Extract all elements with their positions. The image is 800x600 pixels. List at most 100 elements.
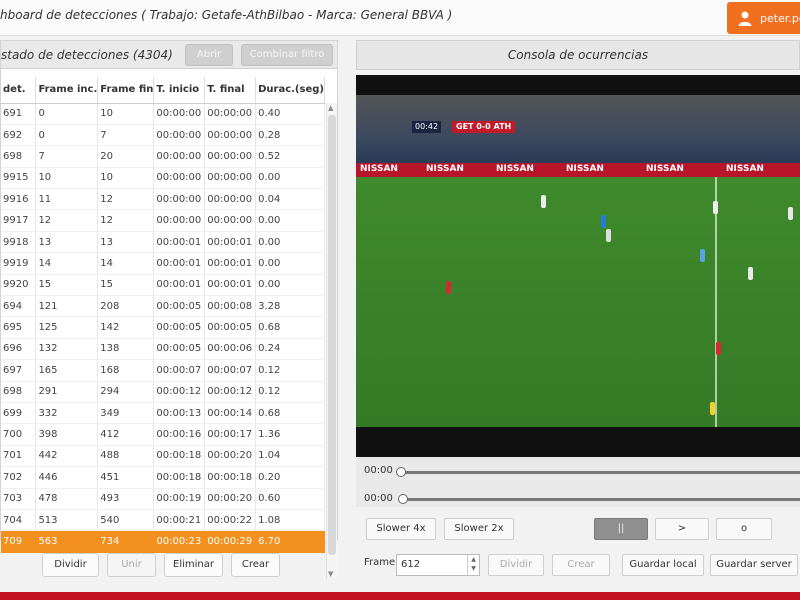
- cell-duration: 0.60: [255, 488, 325, 510]
- detections-title: stado de detecciones (4304): [1, 48, 173, 62]
- range-handle[interactable]: [398, 494, 408, 504]
- table-row[interactable]: 704 513 540 00:00:21 00:00:22 1.08: [1, 509, 325, 532]
- table-header-row: det. Frame inc. Frame fin T. inicio T. f…: [1, 77, 325, 104]
- table-row[interactable]: 9919 14 14 00:00:01 00:00:01 0.00: [1, 252, 325, 275]
- detections-header: stado de detecciones (4304) Abrir Combin…: [1, 41, 337, 69]
- table-row[interactable]: 695 125 142 00:00:05 00:00:05 0.68: [1, 316, 325, 339]
- table-row[interactable]: 703 478 493 00:00:19 00:00:20 0.60: [1, 488, 325, 510]
- table-row[interactable]: 9918 13 13 00:00:01 00:00:01 0.00: [1, 231, 325, 254]
- cell-frame-fin: 138: [97, 338, 155, 361]
- cell-det: 704: [1, 509, 37, 532]
- ad-text: NISSAN: [726, 164, 764, 174]
- cell-det: 696: [1, 338, 37, 361]
- timeline-handle[interactable]: [396, 467, 406, 477]
- player: [601, 215, 606, 228]
- split-occurrence-button[interactable]: Dividir: [488, 554, 544, 576]
- delete-button[interactable]: Eliminar: [164, 553, 223, 577]
- table-row[interactable]: 701 442 488 00:00:18 00:00:20 1.04: [1, 445, 325, 468]
- col-header-t-final[interactable]: T. final: [204, 77, 257, 104]
- video-player[interactable]: NISSAN NISSAN NISSAN NISSAN NISSAN NISSA…: [356, 75, 800, 457]
- timeline-area: 00:00 00:00: [356, 457, 800, 507]
- table-row[interactable]: 702 446 451 00:00:18 00:00:18 0.20: [1, 466, 325, 489]
- split-button[interactable]: Dividir: [42, 553, 99, 577]
- col-header-frame-fin[interactable]: Frame fin: [97, 77, 155, 104]
- table-row[interactable]: 698 7 20 00:00:00 00:00:00 0.52: [1, 145, 325, 168]
- occurrences-console-header: Consola de ocurrencias: [356, 40, 800, 70]
- cell-frame-fin: 14: [97, 252, 155, 275]
- cell-duration: 1.04: [255, 445, 325, 468]
- cell-t-inicio: 00:00:01: [153, 231, 206, 254]
- cell-t-final: 00:00:05: [204, 316, 257, 339]
- save-server-button[interactable]: Guardar server: [710, 554, 798, 576]
- table-row[interactable]: 698 291 294 00:00:12 00:00:12 0.12: [1, 381, 325, 403]
- frame-input[interactable]: 612 ▲ ▼: [396, 554, 480, 576]
- cell-det: 691: [1, 103, 37, 125]
- cell-frame-inc: 442: [35, 445, 99, 468]
- table-row[interactable]: 700 398 412 00:00:16 00:00:17 1.36: [1, 423, 325, 446]
- save-local-button[interactable]: Guardar local: [622, 554, 704, 576]
- col-header-duration[interactable]: Durac.(seg): [255, 77, 325, 104]
- table-row[interactable]: 691 0 10 00:00:00 00:00:00 0.40: [1, 103, 325, 125]
- cell-duration: 0.68: [255, 316, 325, 339]
- cell-frame-inc: 132: [35, 338, 99, 361]
- cell-t-inicio: 00:00:18: [153, 466, 206, 489]
- cell-duration: 0.12: [255, 359, 325, 382]
- cell-t-final: 00:00:20: [204, 445, 257, 468]
- cell-t-final: 00:00:17: [204, 423, 257, 446]
- cell-frame-inc: 332: [35, 402, 99, 425]
- scroll-thumb[interactable]: [328, 115, 336, 555]
- combine-filter-button[interactable]: Combinar filtro: [241, 44, 333, 66]
- player: [710, 402, 715, 415]
- table-row[interactable]: 9916 11 12 00:00:00 00:00:00 0.04: [1, 188, 325, 211]
- ad-text: NISSAN: [566, 164, 604, 174]
- table-row[interactable]: 9917 12 12 00:00:00 00:00:00 0.00: [1, 209, 325, 232]
- cell-frame-inc: 0: [35, 103, 99, 125]
- pause-button[interactable]: ||: [594, 518, 648, 540]
- col-header-frame-inc[interactable]: Frame inc.: [35, 77, 99, 104]
- frame-stepper[interactable]: ▲ ▼: [467, 555, 479, 575]
- col-header-t-inicio[interactable]: T. inicio: [153, 77, 206, 104]
- table-row[interactable]: 697 165 168 00:00:07 00:00:07 0.12: [1, 359, 325, 382]
- open-button[interactable]: Abrir: [185, 44, 233, 66]
- merge-button[interactable]: Unir: [107, 553, 156, 577]
- slower-4x-button[interactable]: Slower 4x: [366, 518, 436, 540]
- range-track[interactable]: [400, 498, 800, 501]
- table-row[interactable]: 699 332 349 00:00:13 00:00:14 0.68: [1, 402, 325, 425]
- cell-t-inicio: 00:00:18: [153, 445, 206, 468]
- table-row[interactable]: 692 0 7 00:00:00 00:00:00 0.28: [1, 124, 325, 147]
- pitch-line: [715, 177, 717, 427]
- create-button[interactable]: Crear: [231, 553, 280, 577]
- table-row[interactable]: 696 132 138 00:00:05 00:00:06 0.24: [1, 338, 325, 361]
- user-menu-button[interactable]: peter.po: [727, 2, 800, 34]
- cell-t-inicio: 00:00:13: [153, 402, 206, 425]
- play-button[interactable]: >: [655, 518, 709, 540]
- stop-button[interactable]: o: [716, 518, 772, 540]
- cell-det: 695: [1, 316, 37, 339]
- table-row[interactable]: 694 121 208 00:00:05 00:00:08 3.28: [1, 295, 325, 318]
- cell-det: 9920: [1, 274, 37, 297]
- current-time: 00:00: [364, 465, 393, 476]
- timeline-track[interactable]: [400, 471, 800, 474]
- cell-duration: 1.08: [255, 509, 325, 532]
- playback-controls: Slower 4x Slower 2x || > o Frame 612 ▲ ▼ …: [356, 510, 800, 600]
- scroll-up-icon[interactable]: ▲: [328, 104, 333, 112]
- table-row[interactable]: 9915 10 10 00:00:00 00:00:00 0.00: [1, 167, 325, 190]
- cell-t-final: 00:00:00: [204, 103, 257, 125]
- cell-duration: 3.28: [255, 295, 325, 318]
- create-occurrence-button[interactable]: Crear: [552, 554, 610, 576]
- table-scrollbar[interactable]: ▲ ▼: [326, 103, 337, 579]
- cell-duration: 0.68: [255, 402, 325, 425]
- cell-det: 698: [1, 145, 37, 168]
- col-header-det[interactable]: det.: [1, 77, 37, 104]
- table-row[interactable]: 9920 15 15 00:00:01 00:00:01 0.00: [1, 274, 325, 297]
- cell-duration: 0.12: [255, 381, 325, 403]
- cell-frame-inc: 513: [35, 509, 99, 532]
- cell-t-inicio: 00:00:01: [153, 252, 206, 275]
- cell-t-final: 00:00:00: [204, 124, 257, 147]
- cell-t-inicio: 00:00:00: [153, 209, 206, 232]
- cell-t-inicio: 00:00:00: [153, 167, 206, 190]
- cell-det: 9918: [1, 231, 37, 254]
- cell-t-final: 00:00:20: [204, 488, 257, 510]
- cell-t-inicio: 00:00:00: [153, 188, 206, 211]
- slower-2x-button[interactable]: Slower 2x: [444, 518, 514, 540]
